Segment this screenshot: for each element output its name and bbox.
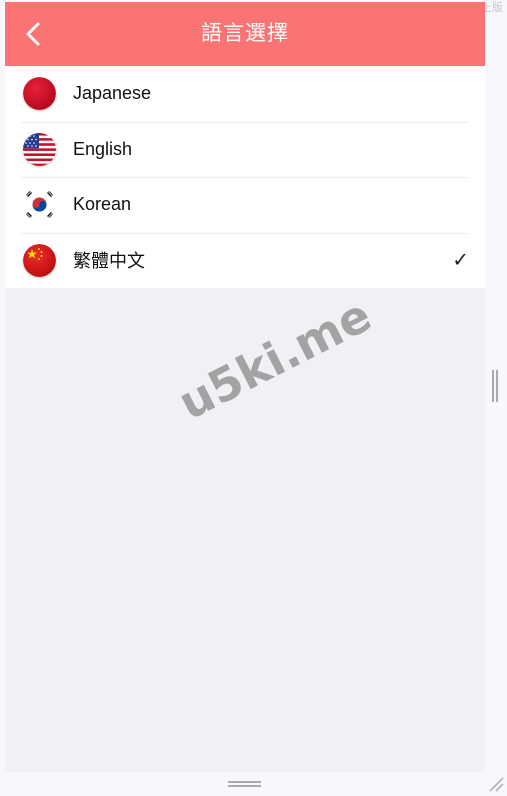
resize-grip-icon[interactable] bbox=[488, 776, 504, 792]
japan-flag-icon bbox=[23, 77, 56, 111]
language-list: Japanese English Korean 繁體中文 ✓ bbox=[5, 66, 485, 288]
china-flag-icon bbox=[23, 243, 56, 277]
bottom-resize-handle[interactable] bbox=[228, 781, 261, 787]
selected-check-icon: ✓ bbox=[452, 249, 469, 272]
language-label: Korean bbox=[73, 194, 132, 215]
language-label: 繁體中文 bbox=[73, 251, 145, 272]
language-item-japanese[interactable]: Japanese bbox=[5, 66, 485, 122]
language-item-traditional-chinese[interactable]: 繁體中文 ✓ bbox=[5, 232, 485, 289]
page-title: 語言選擇 bbox=[201, 22, 289, 45]
app-screen: 語言選擇 Japanese English Korean 繁體中文 ✓ u5ki… bbox=[5, 2, 485, 772]
usa-flag-icon bbox=[23, 132, 56, 166]
language-label: Japanese bbox=[73, 83, 152, 104]
korea-flag-icon bbox=[23, 188, 56, 222]
language-item-english[interactable]: English bbox=[5, 121, 485, 178]
language-label: English bbox=[73, 138, 133, 159]
header-bar: 語言選擇 bbox=[5, 2, 485, 66]
language-item-korean[interactable]: Korean bbox=[5, 177, 485, 233]
side-resize-handle[interactable] bbox=[492, 370, 498, 402]
watermark: u5ki.me bbox=[170, 287, 380, 431]
